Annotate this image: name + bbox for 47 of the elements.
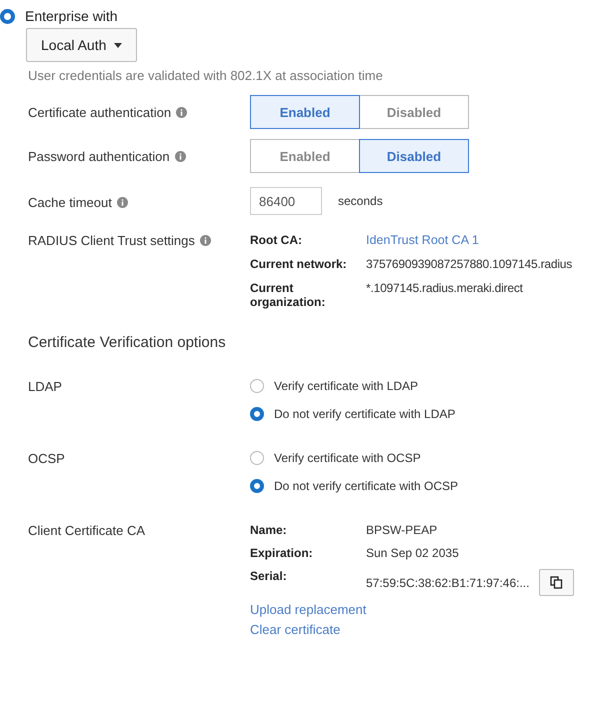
field-key: Expiration:	[250, 546, 350, 560]
hint-text: User credentials are validated with 802.1X at association time	[28, 68, 384, 83]
field-key: Current organization:	[250, 281, 350, 309]
radio-button[interactable]	[0, 8, 15, 24]
setting-label: Password authentication	[28, 149, 170, 164]
field-value: *.1097145.radius.meraki.direct	[366, 281, 524, 297]
caret-icon	[114, 42, 122, 48]
certificate-link[interactable]: Upload replacement	[250, 602, 600, 617]
setting-label: Cache timeout	[28, 195, 112, 210]
info-icon	[174, 151, 186, 162]
section-heading: Certificate Verification options	[28, 334, 227, 351]
toggle-option[interactable]: Disabled	[359, 95, 469, 129]
field-value: BPSW-PEAP	[366, 523, 438, 537]
timeout-input[interactable]: 86400	[250, 187, 322, 215]
radio-button[interactable]	[250, 407, 264, 421]
field-value: Sun Sep 02 2035	[366, 546, 460, 560]
setting-label: Client Certificate CA	[28, 523, 146, 538]
auth-dropdown[interactable]: Local Auth	[26, 28, 138, 62]
field-key: Root CA:	[250, 233, 350, 247]
root-ca-link[interactable]: IdenTrust Root CA 1	[366, 233, 600, 247]
radio-label: Verify certificate with LDAP	[274, 379, 418, 393]
radio-button[interactable]	[250, 379, 264, 393]
radio-button[interactable]	[250, 451, 264, 465]
field-key: Serial:	[250, 569, 350, 596]
copy-icon	[550, 576, 564, 589]
setting-label: OCSP	[28, 451, 65, 466]
radio-label: Do not verify certificate with LDAP	[274, 407, 456, 421]
field-value: 57:59:5C:38:62:B1:71:97:46:...	[366, 576, 530, 590]
toggle-option[interactable]: Enabled	[250, 95, 360, 129]
radio-label: Verify certificate with OCSP	[274, 451, 421, 465]
setting-label: Certificate authentication	[28, 105, 172, 120]
setting-label: RADIUS Client Trust settings	[28, 233, 195, 248]
info-icon	[176, 107, 188, 118]
unit-label: seconds	[338, 194, 383, 208]
field-value: 3757690939087257880.1097145.radius	[366, 257, 574, 271]
certificate-link[interactable]: Clear certificate	[250, 622, 600, 637]
radio-label: Do not verify certificate with OCSP	[274, 479, 458, 493]
mode-label: Enterprise with	[25, 8, 118, 24]
field-key: Name:	[250, 523, 350, 537]
field-key: Current network:	[250, 257, 350, 271]
toggle-option[interactable]: Enabled	[250, 139, 360, 173]
toggle-option[interactable]: Disabled	[359, 139, 469, 173]
copy-button[interactable]	[539, 569, 574, 596]
setting-label: LDAP	[28, 379, 62, 394]
info-icon	[116, 197, 128, 208]
radio-button[interactable]	[250, 479, 264, 493]
info-icon	[200, 235, 211, 246]
